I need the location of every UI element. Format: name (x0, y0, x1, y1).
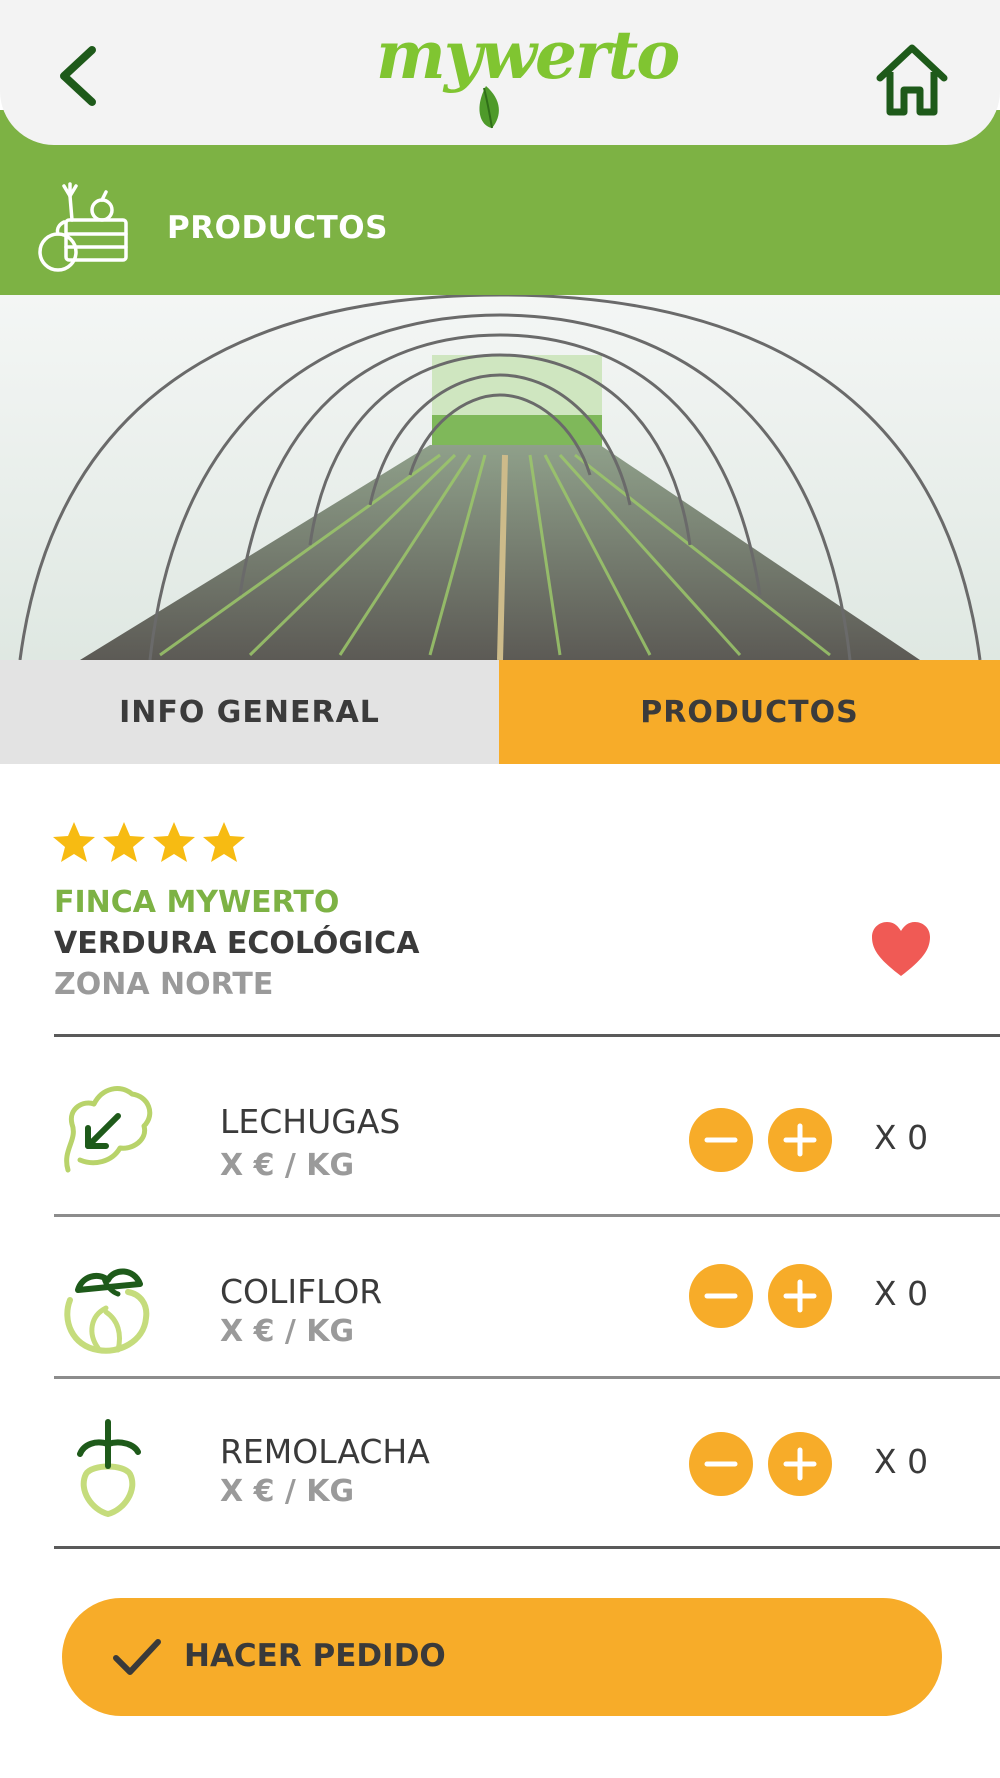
rating-stars (52, 820, 246, 864)
decrease-button[interactable] (689, 1108, 753, 1172)
home-button[interactable] (874, 40, 950, 120)
product-row: LECHUGAS X € / KG X 0 (0, 1040, 1000, 1190)
plus-icon (783, 1123, 817, 1157)
product-name: LECHUGAS (220, 1102, 401, 1141)
home-icon (876, 44, 948, 116)
increase-button[interactable] (768, 1264, 832, 1328)
decrease-button[interactable] (689, 1264, 753, 1328)
cauliflower-icon (58, 1254, 158, 1364)
checkmark-icon (113, 1639, 161, 1675)
divider (54, 1376, 1000, 1379)
tab-info-general[interactable]: INFO GENERAL (0, 660, 499, 764)
top-header: mywerto (0, 0, 1000, 145)
product-price: X € / KG (220, 1314, 355, 1349)
star-icon (153, 822, 195, 862)
product-row: REMOLACHA X € / KG X 0 (0, 1380, 1000, 1530)
minus-icon (704, 1461, 738, 1467)
plus-icon (783, 1447, 817, 1481)
favorite-button[interactable] (870, 920, 932, 978)
divider (54, 1034, 1000, 1037)
product-row: COLIFLOR X € / KG X 0 (0, 1220, 1000, 1370)
produce-crate-icon (36, 176, 136, 276)
divider (54, 1546, 1000, 1549)
place-order-label: HACER PEDIDO (184, 1638, 446, 1674)
app-logo: mywerto (376, 16, 680, 134)
beet-icon (58, 1414, 158, 1524)
chevron-left-icon (60, 46, 96, 106)
product-name: COLIFLOR (220, 1272, 383, 1311)
increase-button[interactable] (768, 1432, 832, 1496)
heart-icon (872, 922, 930, 976)
minus-icon (704, 1293, 738, 1299)
decrease-button[interactable] (689, 1432, 753, 1496)
farm-hero-image (0, 295, 1000, 660)
leaf-icon (479, 86, 499, 129)
divider (54, 1214, 1000, 1217)
product-price: X € / KG (220, 1474, 355, 1509)
plus-icon (783, 1279, 817, 1313)
product-name: REMOLACHA (220, 1432, 430, 1471)
star-icon (103, 822, 145, 862)
increase-button[interactable] (768, 1108, 832, 1172)
product-quantity: X 0 (874, 1442, 929, 1481)
place-order-button[interactable]: HACER PEDIDO (62, 1598, 942, 1716)
product-price: X € / KG (220, 1148, 355, 1183)
minus-icon (704, 1137, 738, 1143)
lettuce-icon (58, 1070, 158, 1180)
tab-productos[interactable]: PRODUCTOS (499, 660, 1000, 764)
star-icon (53, 822, 95, 862)
section-title: PRODUCTOS (167, 210, 388, 246)
farm-type: VERDURA ECOLÓGICA (54, 926, 420, 961)
star-icon (203, 822, 245, 862)
farm-name: FINCA MYWERTO (54, 885, 340, 920)
product-quantity: X 0 (874, 1274, 929, 1313)
farm-zone: ZONA NORTE (54, 967, 274, 1002)
back-button[interactable] (50, 40, 110, 110)
product-quantity: X 0 (874, 1118, 929, 1157)
